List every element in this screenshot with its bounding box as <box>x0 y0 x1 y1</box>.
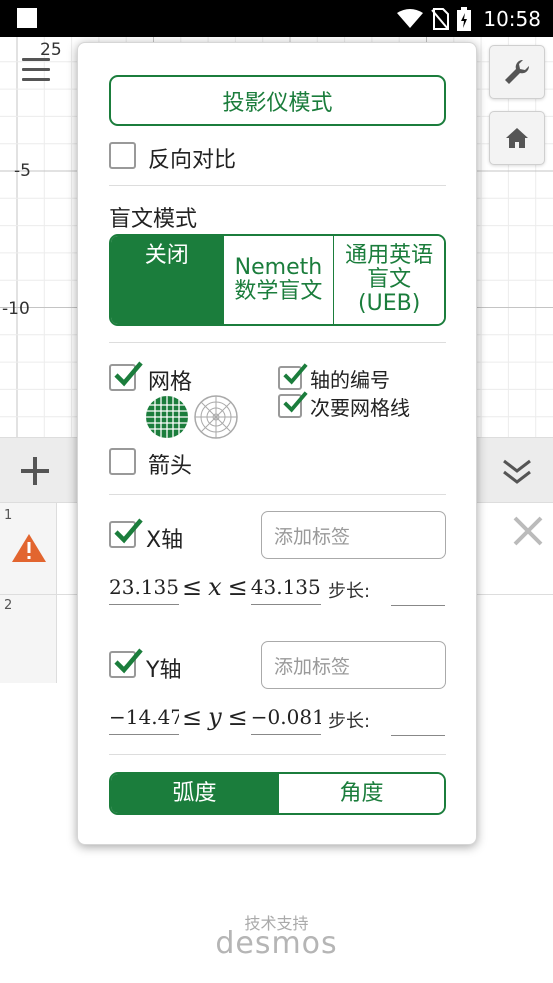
braille-option-ueb[interactable]: 通用英语盲文 (UEB) <box>333 236 444 324</box>
y-axis-range: −14.47 ≤ y ≤ −0.081 <box>109 699 321 735</box>
wrench-icon <box>505 59 530 84</box>
x-variable: x <box>208 573 222 601</box>
y-step-label: 步长: <box>328 711 371 732</box>
braille-option-off[interactable]: 关闭 <box>111 236 223 324</box>
divider <box>109 185 446 186</box>
desmos-app: 10:58 25 -5 -10 1 2 技术支持 desmos 投影仪模式 反向… <box>0 0 553 983</box>
cartesian-grid-icon[interactable] <box>145 395 189 439</box>
less-equal-symbol: ≤ <box>182 573 203 601</box>
desmos-logo: desmos <box>215 926 338 961</box>
axis-numbers-label: 轴的编号 <box>310 368 390 392</box>
projector-mode-button[interactable]: 投影仪模式 <box>109 75 446 126</box>
expression-row-number: 1 <box>4 508 13 523</box>
y-tick-label: -5 <box>14 161 31 181</box>
y-tick-label: -10 <box>2 299 30 319</box>
collapse-list-icon[interactable] <box>502 458 532 486</box>
less-equal-symbol: ≤ <box>182 703 203 731</box>
divider <box>109 342 446 343</box>
x-min-input[interactable]: 23.135 <box>109 569 179 605</box>
clock: 10:58 <box>483 6 541 31</box>
axis-numbers-checkbox[interactable] <box>278 363 308 390</box>
divider <box>109 754 446 755</box>
arrows-checkbox[interactable] <box>109 448 136 475</box>
divider <box>109 494 446 495</box>
minor-gridlines-label: 次要网格线 <box>310 396 410 420</box>
status-bar: 10:58 <box>0 0 553 37</box>
braille-mode-label: 盲文模式 <box>109 207 198 232</box>
x-axis-checkbox[interactable] <box>109 518 143 548</box>
x-axis-label-input[interactable]: 添加标签 <box>261 511 446 559</box>
checkmark-icon <box>114 648 143 674</box>
delete-expression-icon[interactable] <box>512 515 544 547</box>
x-axis-range: 23.135 ≤ x ≤ 43.135 <box>109 569 321 605</box>
home-button[interactable] <box>489 111 545 165</box>
checkmark-icon <box>114 361 143 387</box>
graph-settings-popup: 投影仪模式 反向对比 盲文模式 关闭 Nemeth 数学盲文 通用英语盲文 (U… <box>77 42 477 845</box>
y-axis-label: Y轴 <box>146 658 182 683</box>
no-sim-icon <box>431 7 450 30</box>
wifi-icon <box>397 8 424 28</box>
notification-icon <box>17 8 37 28</box>
degrees-option[interactable]: 角度 <box>277 774 444 813</box>
grid-label: 网格 <box>148 370 193 395</box>
y-step-input[interactable] <box>391 735 445 736</box>
polar-grid-icon[interactable] <box>194 395 238 439</box>
y-min-input[interactable]: −14.47 <box>109 699 179 735</box>
radians-option[interactable]: 弧度 <box>111 774 278 813</box>
minor-gridlines-checkbox[interactable] <box>278 391 308 418</box>
grid-checkbox[interactable] <box>109 361 143 391</box>
x-tick-label: 25 <box>40 40 62 60</box>
checkmark-icon <box>283 363 308 385</box>
less-equal-symbol: ≤ <box>227 703 248 731</box>
reverse-contrast-label: 反向对比 <box>148 148 237 173</box>
menu-icon[interactable] <box>22 58 50 82</box>
less-equal-symbol: ≤ <box>227 573 248 601</box>
x-max-input[interactable]: 43.135 <box>250 569 321 605</box>
add-expression-icon[interactable] <box>20 456 50 486</box>
y-axis-label-input[interactable]: 添加标签 <box>261 641 446 689</box>
braille-mode-selector: 关闭 Nemeth 数学盲文 通用英语盲文 (UEB) <box>109 234 446 326</box>
graph-settings-button[interactable] <box>489 45 545 99</box>
home-icon <box>506 128 528 148</box>
expression-row-number: 2 <box>4 598 13 613</box>
braille-option-nemeth[interactable]: Nemeth 数学盲文 <box>222 236 334 324</box>
x-step-input[interactable] <box>391 605 445 606</box>
y-max-input[interactable]: −0.081 <box>250 699 321 735</box>
checkmark-icon <box>114 518 143 544</box>
warning-icon[interactable] <box>11 533 47 563</box>
y-variable: y <box>208 703 222 731</box>
angle-mode-selector: 弧度 角度 <box>109 772 446 815</box>
checkmark-icon <box>283 391 308 413</box>
x-axis-label: X轴 <box>146 528 184 553</box>
y-axis-checkbox[interactable] <box>109 648 143 678</box>
x-step-label: 步长: <box>328 581 371 602</box>
battery-charging-icon <box>457 6 472 31</box>
expression-gutter <box>0 503 57 683</box>
reverse-contrast-checkbox[interactable] <box>109 142 136 169</box>
arrows-label: 箭头 <box>148 454 193 479</box>
